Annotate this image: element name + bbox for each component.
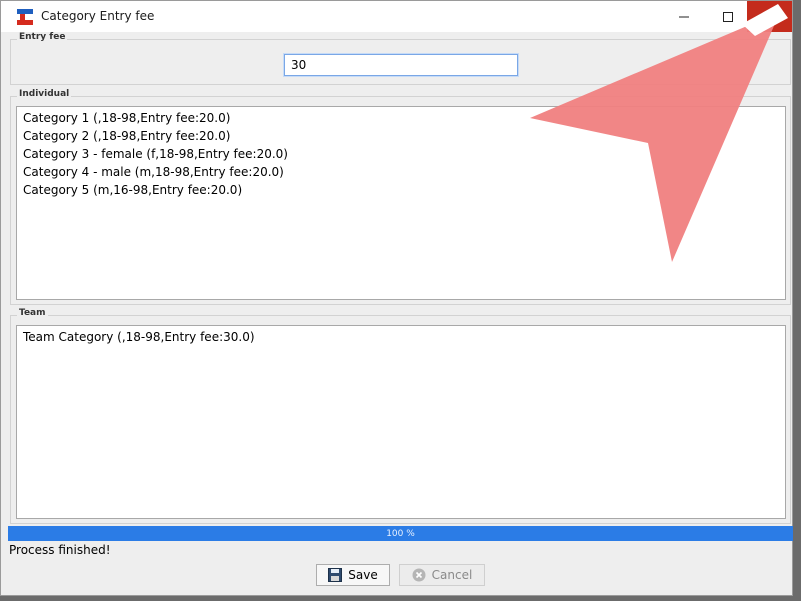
window-title: Category Entry fee [41,9,155,23]
entry-fee-input[interactable] [284,54,518,76]
save-button[interactable]: Save [316,564,390,586]
cancel-button-label: Cancel [431,568,473,582]
individual-group-label: Individual [17,89,72,99]
list-item[interactable]: Category 1 (,18-98,Entry fee:20.0) [23,109,779,127]
progress-bar: 100 % [8,526,793,541]
team-group-label: Team [17,308,48,318]
list-item[interactable]: Category 2 (,18-98,Entry fee:20.0) [23,127,779,145]
minimize-button[interactable] [661,1,706,32]
maximize-icon [722,11,733,22]
list-item[interactable]: Category 3 - female (f,18-98,Entry fee:2… [23,145,779,163]
cancel-button[interactable]: Cancel [399,564,485,586]
save-button-label: Save [348,568,378,582]
list-item[interactable]: Category 4 - male (m,18-98,Entry fee:20.… [23,163,779,181]
list-item[interactable]: Category 5 (m,16-98,Entry fee:20.0) [23,181,779,199]
progress-text: 100 % [386,528,415,539]
maximize-button[interactable] [705,1,750,32]
close-icon [764,11,775,22]
status-text: Process finished! [9,543,111,557]
app-flag-icon [17,9,33,25]
entry-fee-group-label: Entry fee [17,32,68,42]
close-button[interactable] [747,1,792,32]
dialog-window: Category Entry fee Entry fee Individual … [0,0,793,596]
team-list[interactable]: Team Category (,18-98,Entry fee:30.0) [16,325,786,519]
list-item[interactable]: Team Category (,18-98,Entry fee:30.0) [23,328,779,346]
minimize-icon [678,16,689,17]
cancel-icon [412,568,426,582]
individual-list[interactable]: Category 1 (,18-98,Entry fee:20.0) Categ… [16,106,786,300]
title-bar: Category Entry fee [1,1,792,32]
floppy-disk-icon [328,568,343,582]
